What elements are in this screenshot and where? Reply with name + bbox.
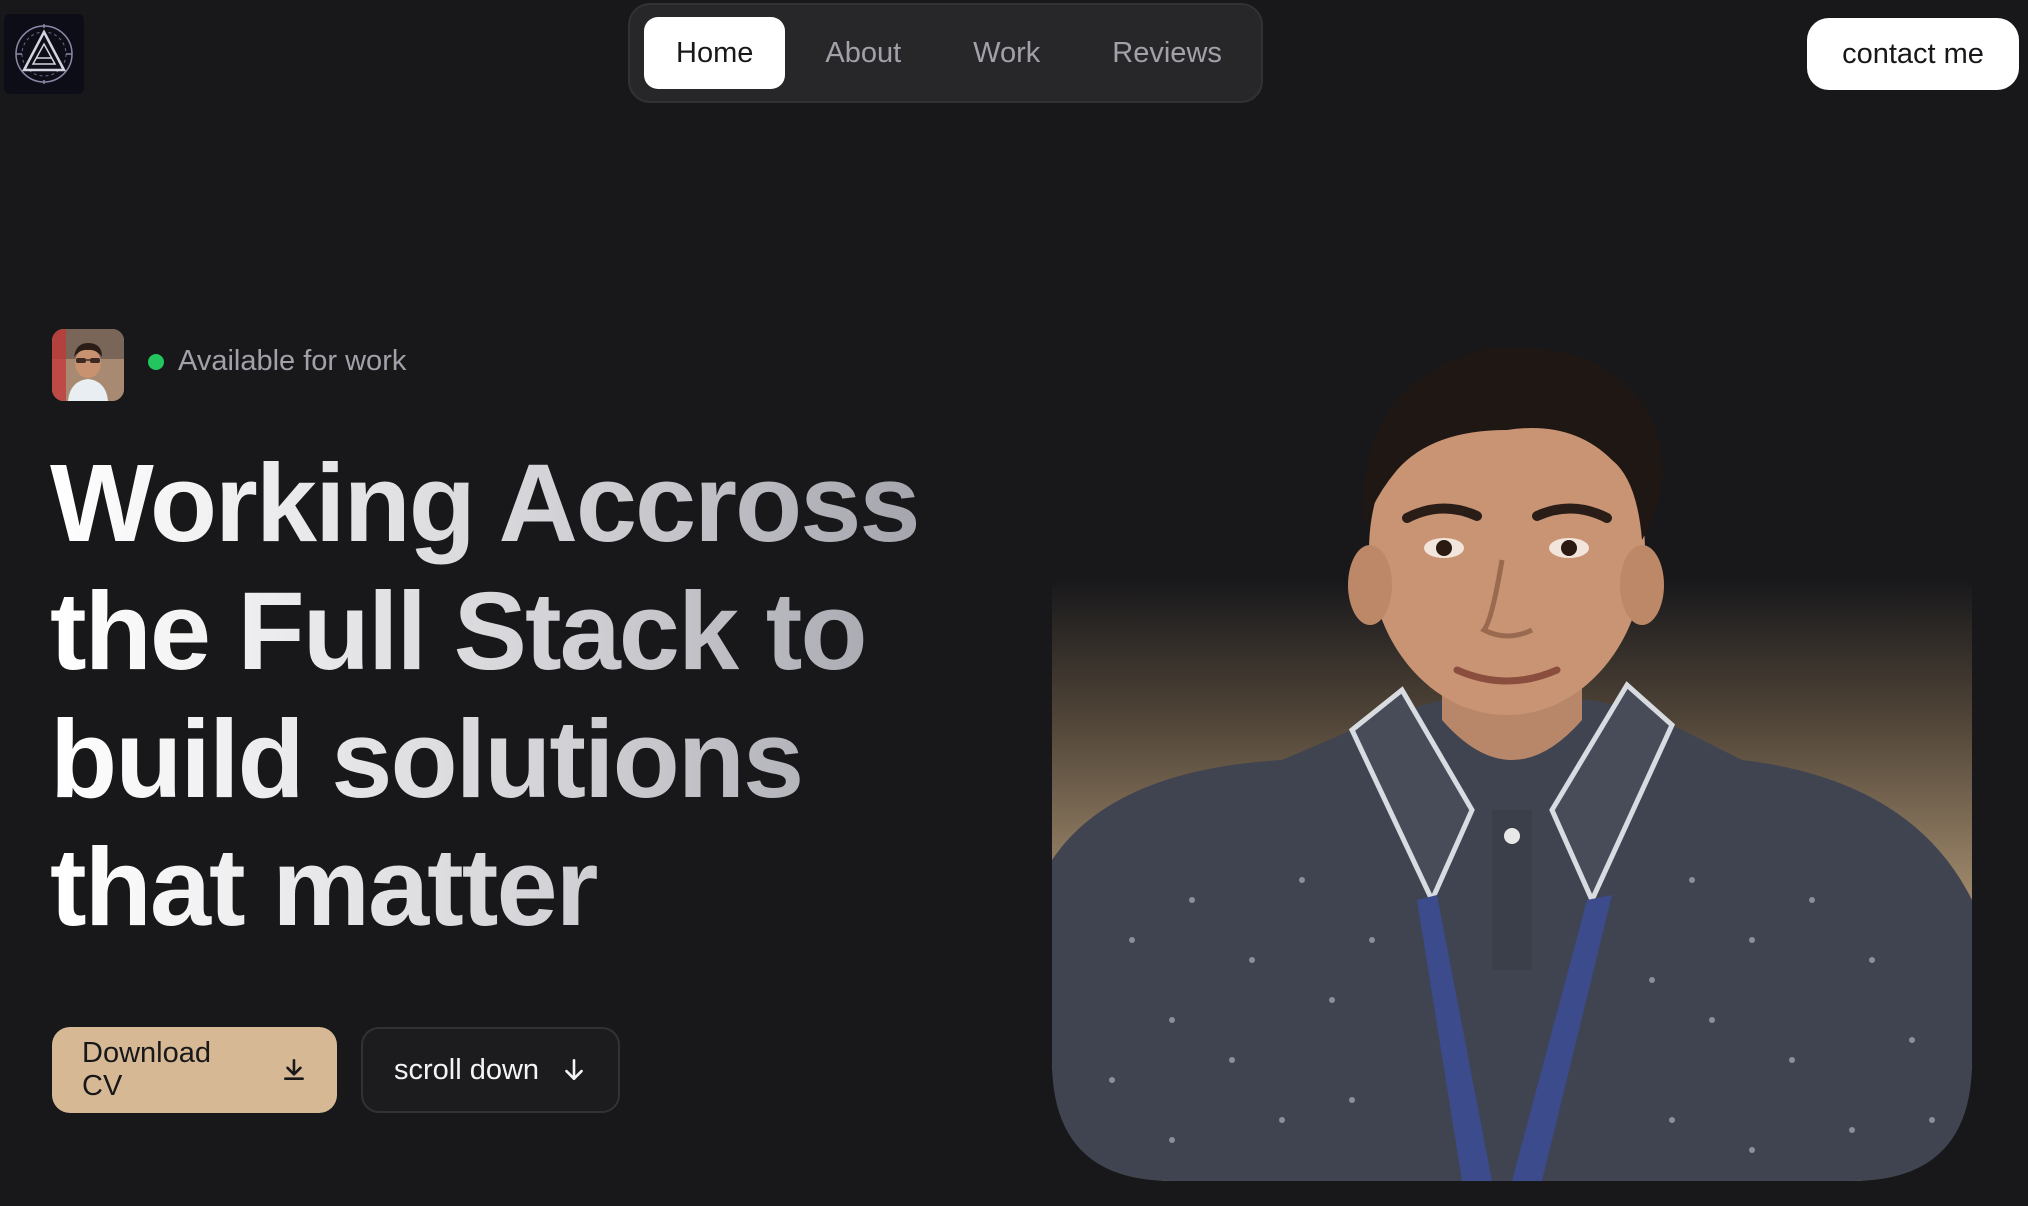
hero-actions: Download CV scroll down (52, 1027, 620, 1113)
site-logo[interactable] (4, 14, 84, 94)
availability-status: Available for work (148, 345, 406, 378)
profile-avatar-image (52, 329, 124, 401)
status-text: Available for work (178, 345, 407, 377)
portrait-card (1052, 340, 1972, 1181)
hero-headline: Working Accross the Full Stack to build … (50, 440, 950, 952)
main-nav: Home About Work Reviews (628, 3, 1263, 103)
download-cv-button[interactable]: Download CV (52, 1027, 337, 1113)
nav-reviews[interactable]: Reviews (1080, 17, 1254, 89)
profile-avatar (52, 329, 124, 401)
scroll-down-button[interactable]: scroll down (361, 1027, 620, 1113)
arrow-down-icon (565, 1058, 583, 1080)
geometric-triangle-logo-icon (15, 24, 73, 84)
scroll-down-label: scroll down (393, 1053, 540, 1086)
status-dot (148, 353, 164, 370)
nav-about[interactable]: About (793, 17, 933, 89)
portrait-photo (1052, 347, 1972, 1181)
download-icon (284, 1058, 304, 1080)
nav-home[interactable]: Home (644, 17, 786, 89)
nav-work[interactable]: Work (941, 17, 1072, 89)
contact-me-button[interactable]: contact me (1807, 18, 2019, 90)
download-cv-label: Download CV (82, 1037, 211, 1102)
